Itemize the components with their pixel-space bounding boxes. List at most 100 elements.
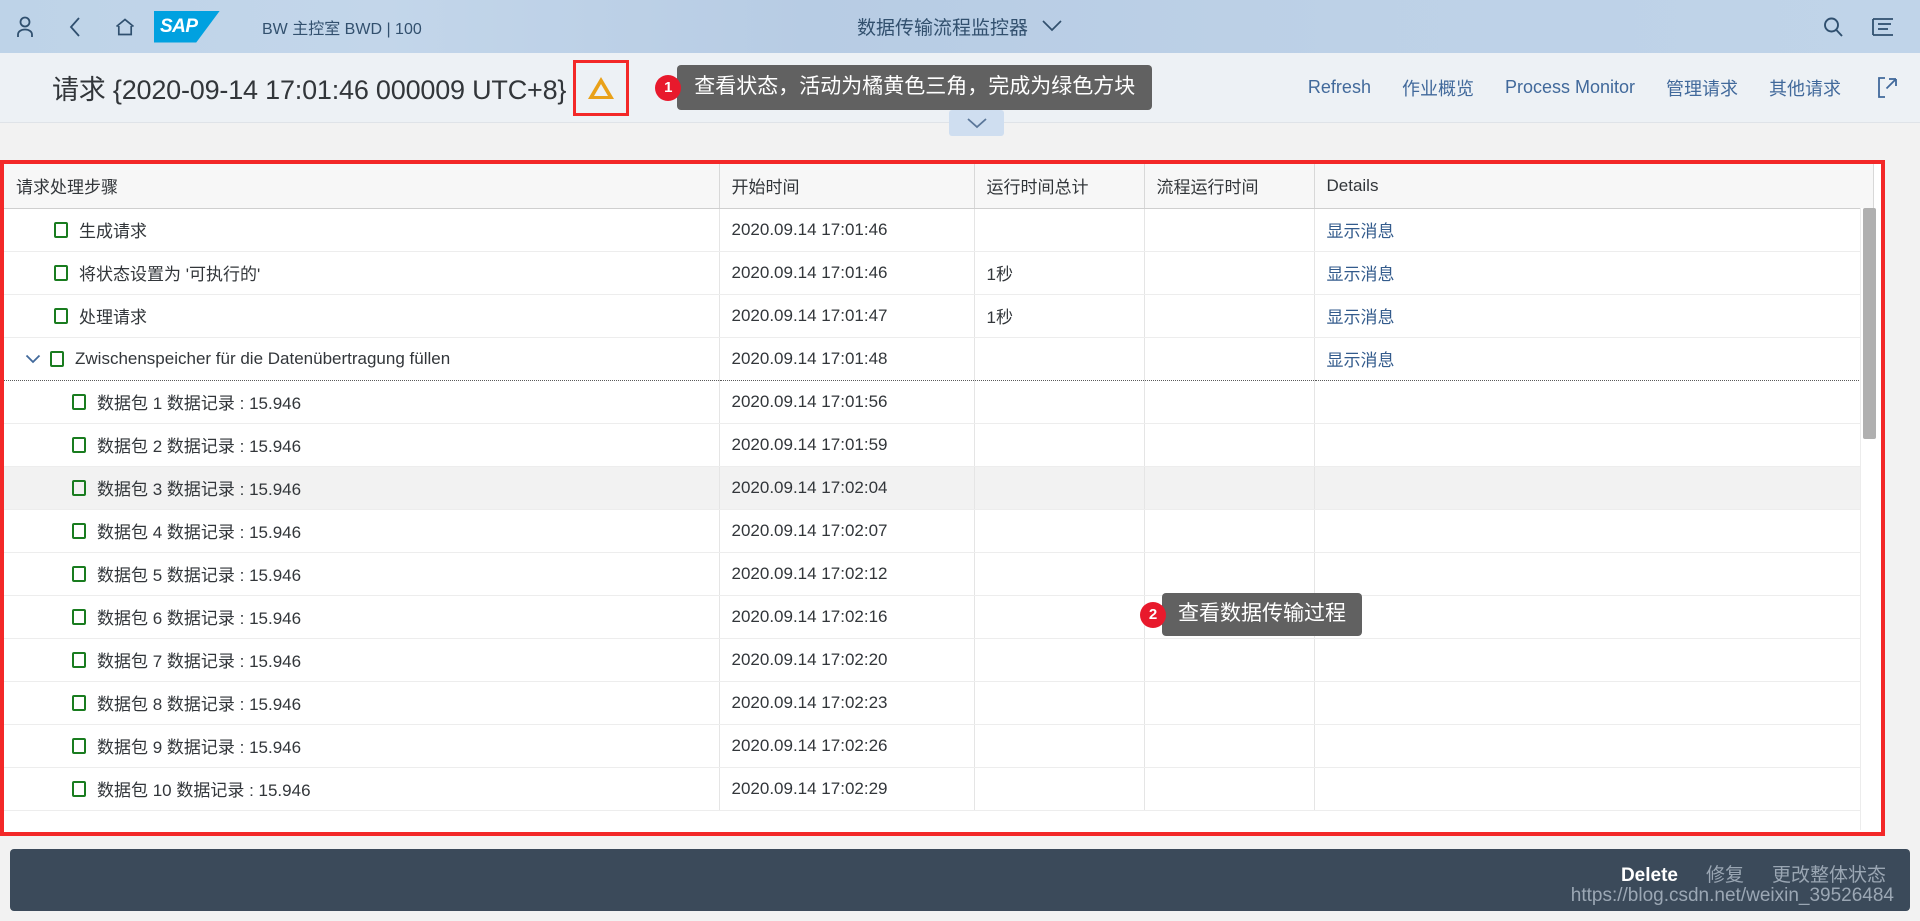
cell-step: 数据包 6 数据记录 : 15.946 xyxy=(4,595,720,639)
cell-start-time-value: 2020.09.14 17:02:23 xyxy=(731,692,888,712)
status-green-square-icon xyxy=(72,522,86,539)
show-messages-link[interactable]: 显示消息 xyxy=(1327,222,1395,241)
cell-details[interactable] xyxy=(1314,379,1874,424)
tree-expand-chevron-icon[interactable] xyxy=(22,348,44,370)
user-icon[interactable] xyxy=(0,0,50,53)
table-row[interactable]: 生成请求 2020.09.14 17:01:46 显示消息 xyxy=(4,208,1874,252)
column-header-details[interactable]: Details xyxy=(1314,164,1874,209)
repair-button[interactable]: 修复 xyxy=(1706,860,1744,887)
cell-step: 数据包 9 数据记录 : 15.946 xyxy=(4,724,720,768)
scrollbar-thumb[interactable] xyxy=(1863,208,1876,439)
table-row[interactable]: 数据包 4 数据记录 : 15.946 2020.09.14 17:02:07 xyxy=(4,509,1874,553)
cell-details[interactable] xyxy=(1314,767,1874,811)
cell-step: 生成请求 xyxy=(4,208,720,252)
manage-request-button[interactable]: 管理请求 xyxy=(1666,75,1738,101)
cell-start-time-value: 2020.09.14 17:02:04 xyxy=(731,477,888,497)
table-row[interactable]: 数据包 7 数据记录 : 15.946 2020.09.14 17:02:20 xyxy=(4,638,1874,682)
status-green-square-icon xyxy=(72,479,86,496)
column-header-process-runtime[interactable]: 流程运行时间 xyxy=(1144,164,1315,209)
change-overall-status-button[interactable]: 更改整体状态 xyxy=(1772,860,1886,887)
cell-step: 数据包 4 数据记录 : 15.946 xyxy=(4,509,720,553)
cell-process-runtime xyxy=(1144,423,1315,467)
cell-start-time-value: 2020.09.14 17:01:48 xyxy=(731,348,888,368)
search-icon[interactable] xyxy=(1808,0,1858,53)
collapse-header-button[interactable] xyxy=(949,110,1004,136)
status-green-square-icon xyxy=(72,651,86,668)
cell-details[interactable]: 显示消息 xyxy=(1314,294,1874,338)
cell-start-time: 2020.09.14 17:01:56 xyxy=(719,379,975,424)
list-menu-icon[interactable] xyxy=(1858,0,1908,53)
cell-details[interactable] xyxy=(1314,466,1874,510)
cell-step: 将状态设置为 '可执行的' xyxy=(4,251,720,295)
table-row[interactable]: 数据包 9 数据记录 : 15.946 2020.09.14 17:02:26 xyxy=(4,724,1874,768)
refresh-button[interactable]: Refresh xyxy=(1308,77,1371,98)
table-row[interactable]: Zwischenspeicher für die Datenübertragun… xyxy=(4,336,1874,381)
cell-details[interactable] xyxy=(1314,595,1874,639)
vertical-scrollbar[interactable] xyxy=(1860,208,1877,830)
watermark-url: https://blog.csdn.net/weixin_39526484 xyxy=(1570,885,1894,906)
table-row[interactable]: 数据包 2 数据记录 : 15.946 2020.09.14 17:01:59 xyxy=(4,423,1874,467)
table-row[interactable]: 将状态设置为 '可执行的' 2020.09.14 17:01:46 1秒 显示消息 xyxy=(4,251,1874,295)
cell-total-runtime xyxy=(974,638,1145,682)
step-label: 处理请求 xyxy=(79,308,147,327)
column-header-start-time[interactable]: 开始时间 xyxy=(719,164,975,209)
delete-button[interactable]: Delete xyxy=(1621,865,1678,887)
table-row[interactable]: 数据包 1 数据记录 : 15.946 2020.09.14 17:01:56 xyxy=(4,379,1874,424)
cell-total-runtime-value: 1秒 xyxy=(986,308,1013,327)
footer-actions: Delete 修复 更改整体状态 xyxy=(1621,860,1886,887)
app-title-dropdown[interactable]: 数据传输流程监控器 xyxy=(857,13,1063,40)
cell-process-runtime xyxy=(1144,724,1315,768)
step-label: 数据包 6 数据记录 : 15.946 xyxy=(97,609,302,628)
status-green-square-icon xyxy=(54,307,68,324)
cell-details[interactable] xyxy=(1314,638,1874,682)
step-label: 数据包 5 数据记录 : 15.946 xyxy=(97,566,302,585)
cell-details[interactable] xyxy=(1314,681,1874,725)
step-label: 数据包 2 数据记录 : 15.946 xyxy=(97,437,302,456)
shell-header-right xyxy=(1808,0,1908,53)
cell-step: 数据包 3 数据记录 : 15.946 xyxy=(4,466,720,510)
cell-start-time: 2020.09.14 17:02:04 xyxy=(719,466,975,510)
cell-details[interactable] xyxy=(1314,509,1874,553)
cell-start-time: 2020.09.14 17:02:23 xyxy=(719,681,975,725)
table-row[interactable]: 处理请求 2020.09.14 17:01:47 1秒 显示消息 xyxy=(4,294,1874,338)
column-header-step[interactable]: 请求处理步骤 xyxy=(4,164,720,209)
cell-details[interactable] xyxy=(1314,552,1874,596)
table-row[interactable]: 数据包 8 数据记录 : 15.946 2020.09.14 17:02:23 xyxy=(4,681,1874,725)
table-row[interactable]: 数据包 3 数据记录 : 15.946 2020.09.14 17:02:04 xyxy=(4,466,1874,510)
table-row[interactable]: 数据包 5 数据记录 : 15.946 2020.09.14 17:02:12 xyxy=(4,552,1874,596)
show-messages-link[interactable]: 显示消息 xyxy=(1327,308,1395,327)
callout-1-text: 查看状态，活动为橘黄色三角，完成为绿色方块 xyxy=(677,64,1153,111)
back-icon[interactable] xyxy=(50,0,100,53)
show-messages-link[interactable]: 显示消息 xyxy=(1327,265,1395,284)
other-request-button[interactable]: 其他请求 xyxy=(1769,75,1841,101)
app-title: 数据传输流程监控器 xyxy=(856,18,1028,39)
cell-process-runtime xyxy=(1144,466,1315,510)
step-label: 数据包 4 数据记录 : 15.946 xyxy=(97,523,302,542)
table-row[interactable]: 数据包 6 数据记录 : 15.946 2020.09.14 17:02:16 xyxy=(4,595,1874,639)
process-monitor-button[interactable]: Process Monitor xyxy=(1505,77,1635,98)
cell-process-runtime xyxy=(1144,208,1315,252)
step-label: Zwischenspeicher für die Datenübertragun… xyxy=(75,348,451,368)
show-messages-link[interactable]: 显示消息 xyxy=(1327,351,1395,370)
home-icon[interactable] xyxy=(100,0,150,53)
status-badge[interactable] xyxy=(573,59,630,116)
open-in-new-icon[interactable] xyxy=(1872,75,1904,100)
chevron-down-icon xyxy=(1041,16,1063,38)
callout-1-number: 1 xyxy=(655,74,682,101)
cell-start-time-value: 2020.09.14 17:02:29 xyxy=(731,778,888,798)
cell-step: 数据包 7 数据记录 : 15.946 xyxy=(4,638,720,682)
cell-details[interactable]: 显示消息 xyxy=(1314,336,1874,381)
sap-logo[interactable]: SAP xyxy=(154,10,220,43)
table-header-row: 请求处理步骤 开始时间 运行时间总计 流程运行时间 Details xyxy=(4,164,1874,209)
job-overview-button[interactable]: 作业概览 xyxy=(1402,75,1474,101)
cell-details[interactable]: 显示消息 xyxy=(1314,208,1874,252)
column-header-total-runtime[interactable]: 运行时间总计 xyxy=(974,164,1145,209)
cell-details[interactable]: 显示消息 xyxy=(1314,251,1874,295)
cell-step: Zwischenspeicher für die Datenübertragun… xyxy=(4,336,720,381)
table-row[interactable]: 数据包 10 数据记录 : 15.946 2020.09.14 17:02:29 xyxy=(4,767,1874,811)
footer-bar: Delete 修复 更改整体状态 https://blog.csdn.net/w… xyxy=(10,849,1910,911)
status-green-square-icon xyxy=(72,608,86,625)
cell-details[interactable] xyxy=(1314,423,1874,467)
cell-start-time-value: 2020.09.14 17:01:56 xyxy=(731,391,888,411)
cell-details[interactable] xyxy=(1314,724,1874,768)
